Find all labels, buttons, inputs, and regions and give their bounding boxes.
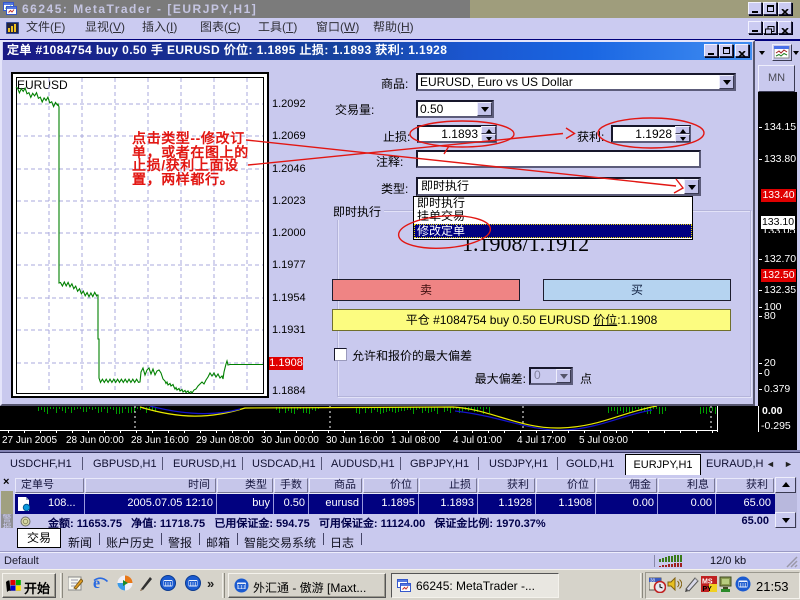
svg-text:38: 38 [650, 578, 656, 583]
svg-text:MS: MS [702, 579, 713, 586]
svg-text:e: e [93, 575, 100, 591]
svg-text:PY: PY [703, 586, 713, 593]
